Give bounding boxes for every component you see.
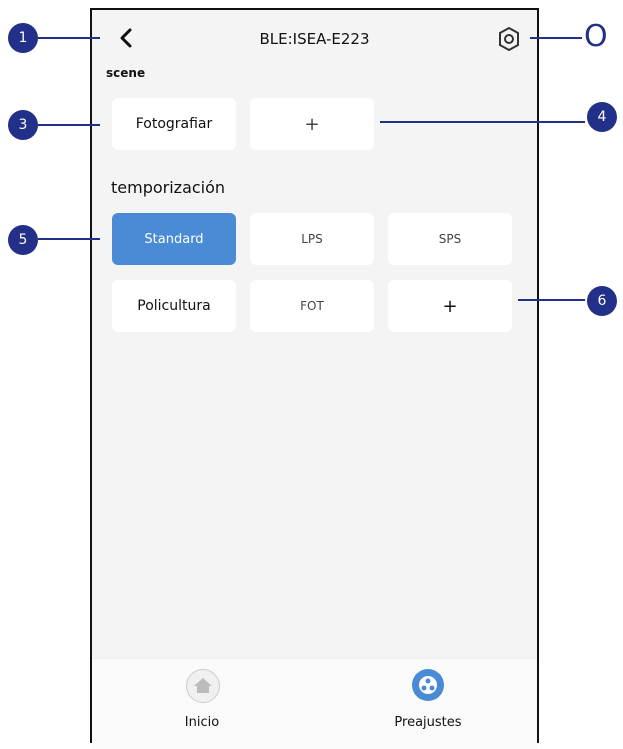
nav-presets-label: Preajustes	[394, 715, 462, 730]
timer-tile-sps[interactable]: SPS	[388, 213, 512, 265]
callout-line-1	[38, 37, 100, 39]
callout-badge-3: 3	[8, 110, 38, 140]
callout-badge-6: 6	[587, 286, 617, 316]
home-icon	[186, 669, 220, 703]
timer-section-label: temporización	[111, 178, 226, 197]
scene-tile-fotografiar[interactable]: Fotografiar	[112, 98, 236, 150]
page-title: BLE:ISEA-E223	[259, 30, 370, 48]
callout-label-0: O	[584, 19, 608, 54]
nav-home[interactable]: Inicio	[147, 659, 257, 739]
callout-line-3	[38, 124, 100, 126]
callout-badge-5: 5	[8, 225, 38, 255]
callout-line-6	[518, 299, 585, 301]
timer-tile-lps[interactable]: LPS	[250, 213, 374, 265]
callout-line-4	[380, 121, 585, 123]
timer-tile-fot[interactable]: FOT	[250, 280, 374, 332]
scene-section-label: scene	[106, 66, 146, 80]
header-bar: BLE:ISEA-E223	[92, 10, 537, 66]
timer-tile-policultura[interactable]: Policultura	[112, 280, 236, 332]
gear-icon[interactable]	[496, 26, 522, 52]
timer-tile-standard[interactable]: Standard	[112, 213, 236, 265]
timer-add-button[interactable]: +	[388, 280, 512, 332]
nav-home-label: Inicio	[184, 715, 220, 730]
scene-add-button[interactable]: +	[250, 98, 374, 150]
callout-badge-4: 4	[587, 102, 617, 132]
callout-badge-1: 1	[8, 23, 38, 53]
callout-line-5	[38, 238, 100, 240]
bottom-nav: Inicio Preajustes	[92, 658, 537, 749]
presets-icon	[412, 669, 444, 701]
nav-presets[interactable]: Preajustes	[373, 659, 483, 739]
callout-line-0	[530, 37, 582, 39]
phone-screen: BLE:ISEA-E223 scene Fotografiar + tempor…	[90, 8, 539, 749]
